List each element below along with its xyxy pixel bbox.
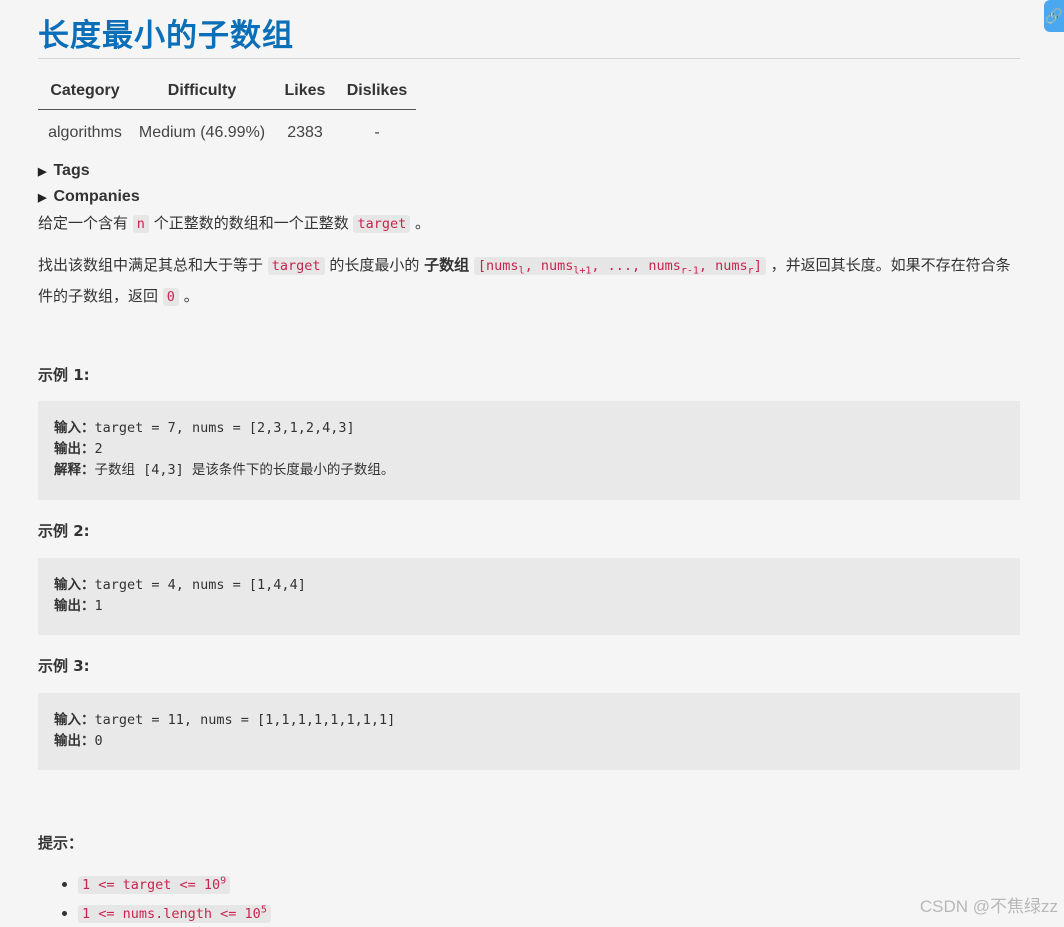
input-label: 输入： [54,577,95,593]
input-value: target = 4, nums = [1,4,4] [95,577,306,593]
example-output-line: 输出：0 [54,731,1004,752]
desc-text: 给定一个含有 [38,214,133,232]
desc-text: 。 [179,287,199,305]
code-part: [nums [478,258,519,274]
code-part: , nums [699,258,748,274]
output-label: 输出： [54,733,95,749]
example-input-line: 输入：target = 4, nums = [1,4,4] [54,575,1004,596]
example-input-line: 输入：target = 7, nums = [2,3,1,2,4,3] [54,418,1004,439]
inline-code-target: target [353,215,410,233]
inline-code-n: n [133,215,149,233]
output-label: 输出： [54,598,95,614]
hints-heading: 提示： [38,832,83,853]
code-part: ] [754,258,762,274]
example-input-line: 输入：target = 11, nums = [1,1,1,1,1,1,1,1] [54,710,1004,731]
desc-text: 。 [410,214,430,232]
header-category: Category [38,80,132,110]
companies-label: Companies [53,188,139,205]
hint-text: 1 <= target <= 10 [82,877,220,893]
example-1-block: 输入：target = 7, nums = [2,3,1,2,4,3] 输出：2… [38,401,1020,500]
example-2-heading: 示例 2: [38,520,90,541]
hint-code: 1 <= nums.length <= 105 [78,905,271,923]
list-item: 1 <= nums.length <= 105 [78,898,271,927]
code-sub: l+1 [573,266,591,277]
desc-text: 个正整数的数组和一个正整数 [149,214,354,232]
code-part: , nums [525,258,574,274]
explanation-label: 解释： [54,462,95,478]
inline-code-zero: 0 [163,288,179,306]
page-title: 长度最小的子数组 [38,10,294,55]
desc-text: 找出该数组中满足其总和大于等于 [38,256,268,274]
link-icon[interactable]: 🔗 [1044,0,1064,32]
inline-code-subarray: [numsl, numsl+1, ..., numsr-1, numsr] [474,257,766,275]
header-likes: Likes [272,80,338,110]
category-value: algorithms [38,110,132,147]
triangle-right-icon: ▶ [38,192,46,204]
difficulty-value: Medium (46.99%) [132,110,272,147]
desc-text: 的长度最小的 [325,256,425,274]
problem-meta-table: Category Difficulty Likes Dislikes algor… [38,80,416,146]
hint-exponent: 9 [220,875,226,886]
header-dislikes: Dislikes [338,80,416,110]
tags-label: Tags [53,162,89,179]
example-2-block: 输入：target = 4, nums = [1,4,4] 输出：1 [38,558,1020,635]
input-label: 输入： [54,420,95,436]
input-value: target = 7, nums = [2,3,1,2,4,3] [95,420,355,436]
input-label: 输入： [54,712,95,728]
inline-code-target: target [268,257,325,275]
code-part: , ..., nums [591,258,680,274]
tags-toggle[interactable]: ▶ Tags [38,162,90,180]
table-row: algorithms Medium (46.99%) 2383 - [38,110,416,147]
example-3-block: 输入：target = 11, nums = [1,1,1,1,1,1,1,1]… [38,693,1020,770]
table-header-row: Category Difficulty Likes Dislikes [38,80,416,110]
example-output-line: 输出：1 [54,596,1004,617]
list-item: 1 <= target <= 109 [78,868,271,898]
code-sub: r-1 [681,266,699,277]
companies-toggle[interactable]: ▶ Companies [38,188,140,206]
likes-value: 2383 [272,110,338,147]
hints-list: 1 <= target <= 109 1 <= nums.length <= 1… [38,868,271,927]
output-value: 2 [95,441,103,457]
description-paragraph-1: 给定一个含有 n 个正整数的数组和一个正整数 target 。 [38,211,1023,236]
title-divider [38,58,1020,59]
input-value: target = 11, nums = [1,1,1,1,1,1,1,1] [95,712,396,728]
header-difficulty: Difficulty [132,80,272,110]
dislikes-value: - [338,110,416,147]
hint-code: 1 <= target <= 109 [78,876,230,894]
output-value: 0 [95,733,103,749]
hint-text: 1 <= nums.length <= 10 [82,906,261,922]
example-output-line: 输出：2 [54,439,1004,460]
description-paragraph-2: 找出该数组中满足其总和大于等于 target 的长度最小的 子数组 [numsl… [38,253,1023,309]
watermark: CSDN @不焦绿zz [920,892,1058,917]
output-value: 1 [95,598,103,614]
example-3-heading: 示例 3: [38,655,90,676]
example-explanation-line: 解释：子数组 [4,3] 是该条件下的长度最小的子数组。 [54,460,1004,481]
explanation-value: 子数组 [4,3] 是该条件下的长度最小的子数组。 [95,462,395,478]
bold-subarray: 子数组 [424,256,469,274]
triangle-right-icon: ▶ [38,166,46,178]
hint-exponent: 5 [261,905,267,916]
output-label: 输出： [54,441,95,457]
example-1-heading: 示例 1: [38,364,90,385]
